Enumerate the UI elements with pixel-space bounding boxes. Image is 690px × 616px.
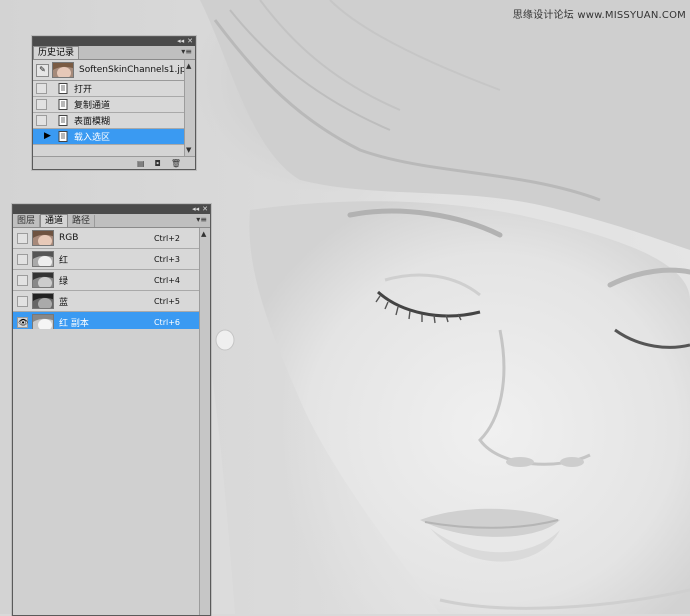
channel-row-red[interactable]: 红 Ctrl+3 [13, 249, 200, 270]
tab-paths[interactable]: 路径 [68, 215, 96, 227]
history-state-label: 打开 [74, 85, 93, 95]
watermark-text: 思缘设计论坛 www.MISSYUAN.COM [512, 10, 686, 21]
history-state-label: 载入选区 [74, 133, 111, 143]
scroll-up-icon[interactable]: ▲ [186, 62, 191, 70]
history-snapshot[interactable]: ✎ SoftenSkinChannels1.jpg [33, 60, 195, 81]
channel-shortcut: Ctrl+3 [153, 254, 180, 264]
history-state-item-selected[interactable]: ▶ 载入选区 [33, 129, 195, 145]
history-source-checkbox[interactable] [36, 115, 47, 126]
document-state-icon [58, 99, 68, 110]
history-source-checkbox[interactable] [36, 83, 47, 94]
tab-layers[interactable]: 图层 [13, 215, 41, 227]
channel-shortcut: Ctrl+4 [153, 275, 180, 285]
new-document-from-state-icon[interactable]: ▤ [137, 159, 145, 168]
history-panel-tabs: 历史记录 ▾≡ [33, 46, 195, 60]
channel-thumbnail [32, 314, 54, 330]
channel-row-blue[interactable]: 蓝 Ctrl+5 [13, 291, 200, 312]
panel-menu-icon[interactable]: ▾≡ [181, 47, 192, 56]
close-icon[interactable]: ✕ [202, 205, 208, 214]
channel-thumbnail [32, 293, 54, 309]
tab-channels[interactable]: 通道 [40, 214, 69, 227]
history-state-label: 表面模糊 [74, 117, 111, 127]
channels-panel-titlebar[interactable]: ◂◂ ✕ [13, 205, 210, 214]
snapshot-thumbnail [52, 62, 74, 78]
channel-name: RGB [59, 233, 79, 243]
document-state-icon [58, 131, 68, 142]
channel-list-empty-area [13, 329, 200, 615]
history-list: 打开 复制通道 表面模糊 ▶ 载入选区 [33, 81, 195, 147]
channel-name: 绿 [59, 276, 69, 287]
channel-name: 蓝 [59, 297, 69, 308]
collapse-icon[interactable]: ◂◂ [177, 37, 184, 46]
scroll-down-icon[interactable]: ▼ [186, 146, 191, 154]
history-current-state-marker[interactable]: ▶ [36, 131, 51, 142]
history-state-item[interactable]: 复制通道 [33, 97, 195, 113]
create-snapshot-icon[interactable]: ◘ [155, 159, 161, 168]
channels-panel: ◂◂ ✕ 图层 通道 路径 ▾≡ RGB Ctrl+2 红 Ctrl+3 绿 C… [12, 204, 211, 616]
visibility-toggle[interactable] [17, 232, 28, 244]
panel-menu-icon[interactable]: ▾≡ [196, 215, 207, 224]
history-brush-source-icon[interactable]: ✎ [36, 63, 49, 77]
channel-thumbnail [32, 272, 54, 288]
history-scrollbar[interactable]: ▼ ▲ [184, 60, 195, 156]
history-panel: ◂◂ ✕ 历史记录 ▾≡ ✎ SoftenSkinChannels1.jpg 打… [32, 36, 196, 170]
snapshot-name: SoftenSkinChannels1.jpg [79, 65, 192, 75]
tab-history[interactable]: 历史记录 [33, 46, 80, 59]
history-panel-titlebar[interactable]: ◂◂ ✕ [33, 37, 195, 46]
collapse-icon[interactable]: ◂◂ [192, 205, 199, 214]
channel-shortcut: Ctrl+6 [153, 317, 180, 327]
history-footer: ▤ ◘ 🗑 [33, 156, 195, 169]
channel-list: RGB Ctrl+2 红 Ctrl+3 绿 Ctrl+4 蓝 Ctrl+5 👁 … [13, 228, 200, 333]
channel-thumbnail [32, 251, 54, 267]
eye-icon[interactable]: 👁 [17, 316, 28, 328]
visibility-toggle[interactable] [17, 253, 28, 265]
scroll-up-icon[interactable]: ▲ [201, 230, 206, 238]
visibility-toggle[interactable] [17, 274, 28, 286]
delete-icon[interactable]: 🗑 [171, 159, 181, 168]
channels-scrollbar[interactable]: ▲ [199, 228, 210, 615]
channel-name: 红 [59, 255, 69, 266]
channel-name: 红 副本 [59, 318, 89, 329]
channel-shortcut: Ctrl+5 [153, 296, 180, 306]
visibility-toggle[interactable] [17, 295, 28, 307]
channel-row-green[interactable]: 绿 Ctrl+4 [13, 270, 200, 291]
channel-shortcut: Ctrl+2 [153, 233, 180, 243]
close-icon[interactable]: ✕ [187, 37, 193, 46]
history-state-label: 复制通道 [74, 101, 111, 111]
history-source-checkbox[interactable] [36, 99, 47, 110]
channel-row-rgb[interactable]: RGB Ctrl+2 [13, 228, 200, 249]
history-state-item[interactable]: 打开 [33, 81, 195, 97]
channel-thumbnail [32, 230, 54, 246]
document-state-icon [58, 83, 68, 94]
document-state-icon [58, 115, 68, 126]
history-state-item[interactable]: 表面模糊 [33, 113, 195, 129]
channels-panel-tabs: 图层 通道 路径 ▾≡ [13, 214, 210, 228]
